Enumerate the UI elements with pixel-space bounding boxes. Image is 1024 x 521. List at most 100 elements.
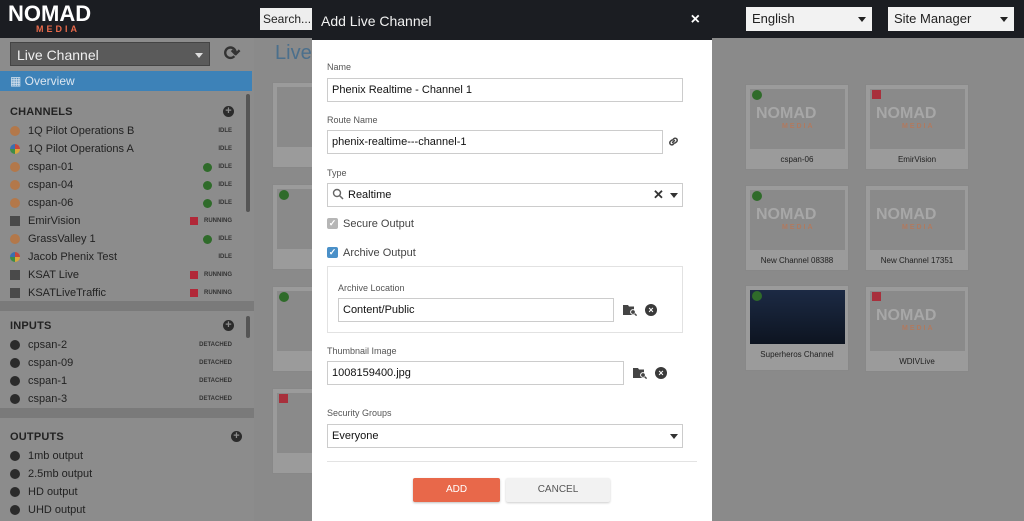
play-icon[interactable] xyxy=(279,292,289,302)
tile-logo: NOMAD xyxy=(876,105,937,122)
channel-tile[interactable]: NOMAD MEDIA EmirVision xyxy=(865,84,969,170)
chevron-down-icon xyxy=(195,53,203,58)
sidebar-item-channel[interactable]: cspan-01 IDLE xyxy=(10,158,242,176)
play-icon[interactable] xyxy=(203,235,212,244)
stop-icon[interactable] xyxy=(872,90,881,99)
sidebar-item-channel[interactable]: EmirVision RUNNING xyxy=(10,212,242,230)
channel-tile[interactable]: NOMAD MEDIA New Channel 08388 xyxy=(745,185,849,271)
channel-tile[interactable]: Superheros Channel xyxy=(745,285,849,371)
sidebar-item-channel[interactable]: GrassValley 1 IDLE xyxy=(10,230,242,248)
refresh-icon[interactable]: ⟳ xyxy=(221,43,243,65)
clear-selection-icon[interactable]: ✕ xyxy=(653,187,664,203)
play-icon[interactable] xyxy=(203,199,212,208)
sidebar: Live Channel ⟳ ▦ Overview CHANNELS + 1Q … xyxy=(0,38,254,521)
channels-scrollbar[interactable] xyxy=(246,94,250,212)
section-divider[interactable] xyxy=(0,301,254,311)
search-input[interactable]: Search... xyxy=(260,8,320,30)
channel-tile[interactable]: NOMAD MEDIA WDIVLive xyxy=(865,286,969,372)
sidebar-item-overview[interactable]: ▦ Overview xyxy=(0,71,252,91)
channel-name: cspan-04 xyxy=(28,179,74,191)
link-icon[interactable] xyxy=(667,135,680,151)
sidebar-item-output[interactable]: 1mb output xyxy=(10,447,242,465)
tile-logo: NOMAD xyxy=(876,206,937,223)
module-select[interactable]: Live Channel xyxy=(10,42,210,66)
stop-icon[interactable] xyxy=(190,289,198,297)
status-badge: RUNNING xyxy=(204,290,232,296)
sidebar-item-channel[interactable]: Jacob Phenix Test IDLE xyxy=(10,248,242,266)
stop-icon[interactable] xyxy=(279,394,288,403)
sidebar-item-channel[interactable]: KSATLiveTraffic RUNNING xyxy=(10,284,242,302)
route-name-field[interactable]: phenix-realtime---channel-1 xyxy=(327,130,663,154)
play-icon[interactable] xyxy=(203,163,212,172)
sidebar-item-output[interactable]: HD output xyxy=(10,483,242,501)
channels-title: CHANNELS xyxy=(10,106,73,118)
thumbnail-field[interactable]: 1008159400.jpg xyxy=(327,361,624,385)
clear-thumbnail-icon[interactable]: × xyxy=(655,367,667,379)
grid-icon: ▦ xyxy=(10,74,25,88)
arrow-right-icon xyxy=(10,505,20,515)
play-icon[interactable] xyxy=(752,90,762,100)
sidebar-item-channel[interactable]: KSAT Live RUNNING xyxy=(10,266,242,284)
tile-name: New Channel 08388 xyxy=(760,256,834,265)
security-groups-select[interactable]: Everyone xyxy=(327,424,683,448)
close-icon[interactable]: × xyxy=(691,11,700,29)
sidebar-item-input[interactable]: cpsan-2 DETACHED xyxy=(10,336,242,354)
status-badge: DETACHED xyxy=(199,396,232,402)
section-divider[interactable] xyxy=(0,408,254,418)
archive-location-panel: Archive Location Content/Public × xyxy=(327,266,683,333)
add-input-icon[interactable]: + xyxy=(223,320,234,331)
clear-archive-icon[interactable]: × xyxy=(645,304,657,316)
add-live-channel-dialog: Add Live Channel × Name Phenix Realtime … xyxy=(312,2,712,521)
sidebar-item-input[interactable]: cspan-1 DETACHED xyxy=(10,372,242,390)
sidebar-item-channel[interactable]: 1Q Pilot Operations B IDLE xyxy=(10,122,242,140)
play-icon[interactable] xyxy=(752,291,762,301)
play-icon[interactable] xyxy=(203,181,212,190)
tile-logo-sub: MEDIA xyxy=(902,123,935,130)
security-groups-label: Security Groups xyxy=(327,408,392,418)
type-select[interactable]: Realtime xyxy=(327,183,683,207)
language-select[interactable]: English xyxy=(746,7,872,31)
tile-logo: NOMAD xyxy=(876,307,937,324)
inputs-title: INPUTS xyxy=(10,320,52,332)
thumbnail-label: Thumbnail Image xyxy=(327,346,397,356)
browse-folder-icon[interactable] xyxy=(633,367,648,380)
archive-output-checkbox[interactable]: ✓ xyxy=(327,247,338,258)
channel-tile[interactable]: NOMAD MEDIA cspan-06 xyxy=(745,84,849,170)
browse-folder-icon[interactable] xyxy=(623,304,638,317)
page-title: Live xyxy=(275,42,312,64)
input-name: cpsan-2 xyxy=(28,339,68,351)
channel-name: 1Q Pilot Operations A xyxy=(28,143,134,155)
tile-name: Superheros Channel xyxy=(760,350,834,359)
sidebar-item-output[interactable]: UHD output xyxy=(10,501,242,519)
archive-location-field[interactable]: Content/Public xyxy=(338,298,614,322)
name-field[interactable]: Phenix Realtime - Channel 1 xyxy=(327,78,683,102)
channel-tile[interactable]: NOMAD MEDIA New Channel 17351 xyxy=(865,185,969,271)
add-button[interactable]: ADD xyxy=(413,478,500,502)
site-manager-select[interactable]: Site Manager xyxy=(888,7,1014,31)
play-icon[interactable] xyxy=(752,191,762,201)
play-icon[interactable] xyxy=(279,190,289,200)
chevron-down-icon[interactable] xyxy=(670,193,678,198)
module-select-value: Live Channel xyxy=(17,47,99,63)
sidebar-item-channel[interactable]: cspan-06 IDLE xyxy=(10,194,242,212)
channel-icon xyxy=(10,144,20,154)
stop-icon[interactable] xyxy=(190,271,198,279)
input-name: cspan-09 xyxy=(28,357,74,369)
stop-icon[interactable] xyxy=(872,292,881,301)
search-icon xyxy=(332,188,344,203)
sidebar-item-channel[interactable]: cspan-04 IDLE xyxy=(10,176,242,194)
sidebar-item-input[interactable]: cspan-09 DETACHED xyxy=(10,354,242,372)
input-name: cspan-1 xyxy=(28,375,68,387)
sidebar-item-output[interactable]: 2.5mb output xyxy=(10,465,242,483)
nomad-logo[interactable]: NOMAD MEDIA xyxy=(8,3,108,35)
add-output-icon[interactable]: + xyxy=(231,431,242,442)
add-channel-icon[interactable]: + xyxy=(223,106,234,117)
inputs-scrollbar[interactable] xyxy=(246,316,250,338)
stop-icon[interactable] xyxy=(190,217,198,225)
sidebar-item-channel[interactable]: 1Q Pilot Operations A IDLE xyxy=(10,140,242,158)
archive-output-label: Archive Output xyxy=(343,247,416,259)
sidebar-item-input[interactable]: cspan-3 DETACHED xyxy=(10,390,242,408)
cancel-button[interactable]: CANCEL xyxy=(506,478,610,502)
secure-output-checkbox[interactable]: ✓ xyxy=(327,218,338,229)
chevron-down-icon[interactable] xyxy=(670,434,678,439)
